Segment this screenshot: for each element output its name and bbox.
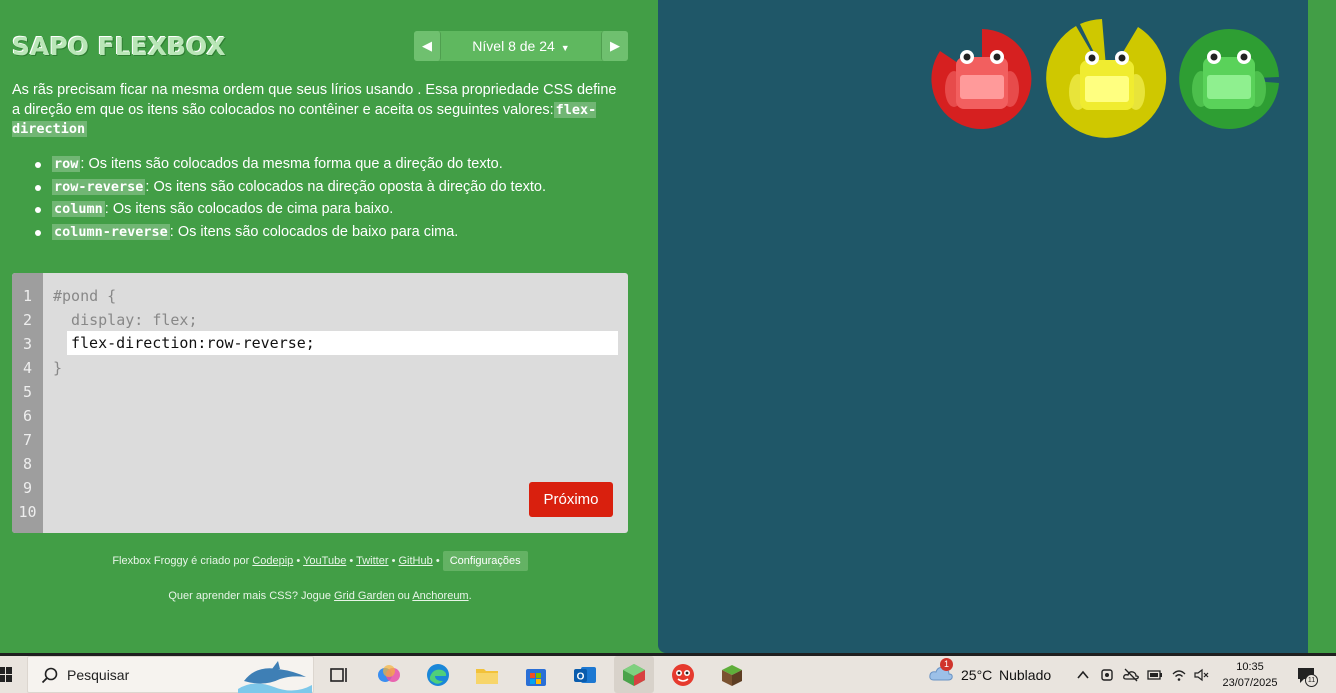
separator: • [391,555,396,567]
code-line-1: #pond { [53,287,117,305]
option-row-reverse: row-reverse: Os itens são colocados na d… [35,176,642,199]
red-mascot-app-icon[interactable] [670,662,696,688]
windows-taskbar: Pesquisar O 1 25°C Nublado 10:35 23/07/2… [0,656,1336,693]
code-line-4: } [53,359,63,377]
chevron-up-icon[interactable] [1075,667,1091,683]
search-placeholder: Pesquisar [67,667,130,683]
onedrive-offline-icon[interactable] [1123,667,1139,683]
system-clock[interactable]: 10:35 23/07/2025 [1218,659,1282,691]
triangle-left-icon: ◀ [422,38,432,54]
twitter-link[interactable]: Twitter [356,555,388,567]
microsoft-store-icon[interactable] [523,662,549,688]
option-code: column [52,201,105,217]
credits: Flexbox Froggy é criado por Codepip • Yo… [0,551,640,571]
credits-prefix: Flexbox Froggy é criado por [112,555,250,567]
clock-time: 10:35 [1236,661,1264,673]
clock-date: 23/07/2025 [1222,677,1278,689]
option-column: column: Os itens são colocados de cima p… [35,198,642,221]
option-code: row-reverse [52,178,146,195]
edge-browser-icon[interactable] [425,662,451,688]
codepip-link[interactable]: Codepip [252,555,293,567]
battery-icon[interactable] [1147,667,1163,683]
line-number-gutter: 1 2 3 4 5 6 7 8 9 10 [12,273,43,533]
option-desc: : Os itens são colocados de baixo para c… [169,223,459,240]
notification-center-button[interactable]: 11 [1296,665,1318,687]
level-dropdown[interactable]: Nível 8 de 24 ▼ [441,38,601,54]
settings-button[interactable]: Configurações [442,551,528,571]
instructions-text: As rãs precisam ficar na mesma ordem que… [12,81,622,140]
svg-text:O: O [577,672,585,683]
taskbar-search-box[interactable]: Pesquisar [27,656,314,693]
more-games: Quer aprender mais CSS? Jogue Grid Garde… [0,590,640,602]
css-editor: 1 2 3 4 5 6 7 8 9 10 #pond { display: fl… [12,273,628,533]
dolphin-search-highlight-icon [238,661,312,693]
search-icon [41,667,58,684]
pond [658,0,1308,653]
next-level-arrow-button[interactable]: ▶ [601,31,628,61]
css-answer-input[interactable] [67,331,618,355]
sidebar: SAPO FLEXBOX ◀ Nível 8 de 24 ▼ ▶ As rãs p… [0,0,658,653]
yellow-frog-on-lilypad [1046,18,1168,144]
red-frog-on-lilypad [930,27,1034,135]
separator: • [349,555,354,567]
more-prefix: Quer aprender mais CSS? Jogue [168,590,331,602]
weather-temp: 25°C [961,667,993,683]
previous-level-button[interactable]: ◀ [414,31,441,61]
game-app-icon[interactable] [621,662,647,688]
red-frog-icon [931,29,1032,129]
wifi-icon[interactable] [1171,667,1187,683]
option-code: row [52,156,81,172]
github-link[interactable]: GitHub [399,555,433,567]
option-column-reverse: column-reverse: Os itens são colocados d… [35,221,642,244]
level-navigation: ◀ Nível 8 de 24 ▼ ▶ [414,31,628,61]
app-window: SAPO FLEXBOX ◀ Nível 8 de 24 ▼ ▶ As rãs p… [0,0,1336,653]
minecraft-icon[interactable] [719,662,745,688]
caret-down-icon: ▼ [560,43,570,53]
green-frog-icon [1179,28,1279,129]
line-number: 10 [18,503,37,521]
outlook-icon[interactable]: O [572,662,598,688]
anchoreum-link[interactable]: Anchoreum [412,590,468,602]
line-number: 4 [22,359,33,377]
line-number: 3 [22,335,33,353]
line-number: 5 [22,383,33,401]
option-desc: : Os itens são colocados da mesma forma … [80,156,503,172]
yellow-frog-icon [1046,19,1167,138]
triangle-right-icon: ▶ [610,38,620,54]
meet-camera-icon[interactable] [1099,667,1115,683]
task-view-icon[interactable] [326,662,352,688]
copilot-icon[interactable] [376,662,402,688]
separator: • [296,555,301,567]
start-button[interactable] [0,665,12,685]
option-desc: : Os itens são colocados de cima para ba… [104,201,394,217]
line-number: 2 [22,311,33,329]
option-desc: : Os itens são colocados na direção opos… [145,178,547,195]
line-number: 1 [22,287,33,305]
instructions-body: As rãs precisam ficar na mesma ordem que… [12,82,617,118]
weather-badge: 1 [940,658,953,671]
line-number: 6 [22,407,33,425]
more-or: ou [397,590,410,602]
line-number: 7 [22,431,33,449]
level-indicator: Nível 8 de 24 [472,38,555,54]
weather-desc: Nublado [999,667,1052,683]
speaker-muted-icon[interactable] [1193,667,1209,683]
option-row: row: Os itens são colocados da mesma for… [35,153,642,176]
option-code: column-reverse [52,223,170,240]
file-explorer-icon[interactable] [474,662,500,688]
game-logo: SAPO FLEXBOX [12,32,226,61]
line-number: 8 [22,455,33,473]
code-line-2: display: flex; [53,311,198,329]
more-suffix: . [468,590,472,602]
windows-logo-icon [0,667,12,682]
flex-direction-options: row: Os itens são colocados da mesma for… [35,153,642,244]
green-frog-on-lilypad [1177,27,1281,135]
line-number: 9 [22,479,33,497]
grid-garden-link[interactable]: Grid Garden [334,590,395,602]
notification-count: 11 [1305,674,1318,687]
next-button[interactable]: Próximo [529,482,613,517]
pond-border [1308,0,1336,653]
youtube-link[interactable]: YouTube [303,555,346,567]
separator: • [435,555,440,567]
